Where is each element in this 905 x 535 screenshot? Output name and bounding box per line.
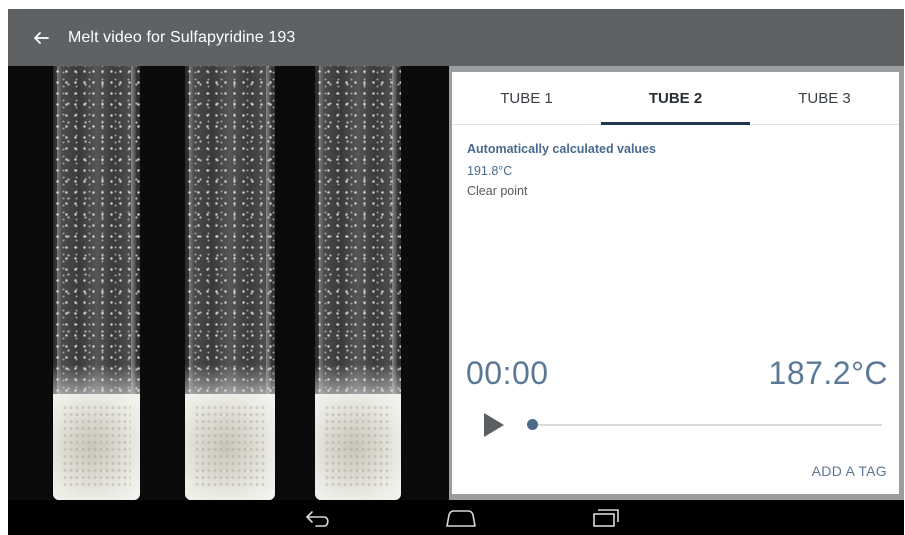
seek-thumb[interactable] (526, 419, 538, 430)
results-card: TUBE 1 TUBE 2 TUBE 3 Automatically calcu… (452, 72, 899, 494)
add-tag-button[interactable]: ADD A TAG (812, 463, 887, 479)
clear-point-value: 191.8°C (467, 164, 513, 178)
tab-tube-2[interactable]: TUBE 2 (601, 72, 750, 125)
playback-time: 00:00 (466, 355, 549, 391)
tab-tube-3[interactable]: TUBE 3 (750, 72, 899, 124)
play-button[interactable] (482, 411, 506, 439)
play-icon (484, 413, 504, 437)
device-screen: Melt video for Sulfapyridine 193 TUBE 1 … (8, 9, 904, 535)
app-bar: Melt video for Sulfapyridine 193 (8, 9, 904, 66)
nav-home-button[interactable] (443, 504, 479, 532)
page-title: Melt video for Sulfapyridine 193 (68, 28, 296, 46)
nav-back-icon (306, 511, 329, 527)
tube-1-image (53, 66, 140, 500)
back-button[interactable] (30, 27, 52, 49)
tab-tube-1[interactable]: TUBE 1 (452, 72, 601, 124)
tube-2-image (185, 66, 275, 500)
nav-recents-button[interactable] (588, 504, 624, 532)
tube-3-image (315, 66, 401, 500)
arrow-left-icon (34, 31, 49, 44)
side-panel: TUBE 1 TUBE 2 TUBE 3 Automatically calcu… (449, 66, 904, 500)
nav-back-button[interactable] (301, 504, 337, 532)
tube-tabs: TUBE 1 TUBE 2 TUBE 3 (452, 72, 899, 125)
system-nav-bar (8, 500, 904, 535)
nav-recents-icon (593, 509, 619, 527)
nav-home-icon (446, 510, 476, 527)
current-temperature: 187.2°C (768, 355, 888, 391)
seek-bar[interactable] (532, 424, 882, 426)
clear-point-label: Clear point (467, 184, 528, 198)
melt-video[interactable] (8, 66, 449, 500)
calculated-values-heading: Automatically calculated values (467, 142, 656, 156)
